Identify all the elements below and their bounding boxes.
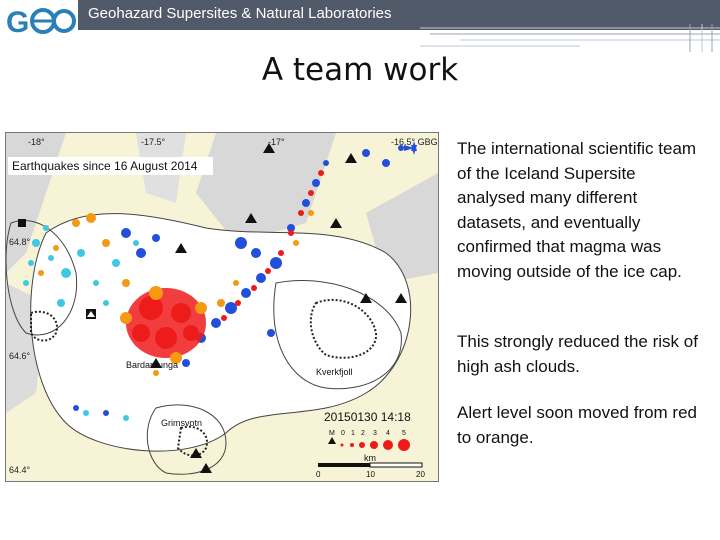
lat-label: 64.4° [9,465,31,475]
place-label: Grimsvotn [161,418,202,428]
magnitude-value: 2 [361,430,365,437]
magnitude-label: M [329,430,335,437]
paragraph-risk: This strongly reduced the risk of high a… [457,332,698,376]
magnitude-value: 3 [373,430,377,437]
magnitude-value: 4 [386,430,390,437]
header-title: Geohazard Supersites & Natural Laborator… [88,5,392,22]
scale-value: 10 [366,470,375,479]
legend-title: Earthquakes since 16 August 2014 [12,159,198,173]
place-label: Kverkfjoll [316,367,353,377]
slide-title: A team work [261,52,459,88]
scale-unit: km [364,453,376,463]
place-label: Bardarbunga [126,360,178,370]
earthquake-map-graphic: Earthquakes since 16 August 2014 -18° -1… [6,133,438,481]
magnitude-value: 5 [402,430,406,437]
lat-label: 64.6° [9,351,31,361]
map-timestamp: 20150130 14:18 [324,410,411,424]
magnitude-value: 1 [351,430,355,437]
paragraph-team: The international scientific team of the… [457,139,697,281]
paragraph-alert: Alert level soon moved from red to orang… [457,403,697,447]
scale-value: 20 [416,470,425,479]
lon-label: -18° [28,137,45,147]
lon-label: -17.5° [141,137,166,147]
magnitude-value: 0 [341,430,345,437]
svg-text:G: G [6,6,29,38]
earthquake-map: Earthquakes since 16 August 2014 -18° -1… [5,132,439,482]
scale-value: 0 [316,470,321,479]
geo-logo: G [6,6,76,38]
lon-label: -17° [268,137,285,147]
lat-label: 64.8° [9,237,31,247]
decorative-lines [420,24,720,52]
